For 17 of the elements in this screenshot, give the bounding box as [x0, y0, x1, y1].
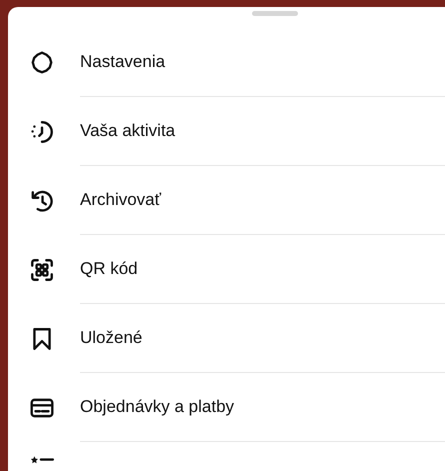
star-list-icon[interactable] [29, 454, 55, 464]
drag-handle[interactable] [252, 11, 298, 16]
menu-label: Objednávky a platby [80, 396, 234, 418]
menu-label: Archivovať [80, 189, 162, 212]
menu-item[interactable]: Vaša aktivita [8, 97, 445, 166]
menu-item[interactable]: QR kód [8, 235, 445, 304]
menu-label: Nastavenia [80, 51, 166, 74]
qr-code-icon [29, 256, 55, 282]
menu-item[interactable]: Uložené [8, 304, 445, 373]
menu-item[interactable]: Archivovať [8, 166, 445, 235]
menu-item[interactable]: Objednávky a platby [8, 373, 445, 442]
menu-label: QR kód [80, 258, 138, 280]
menu-label: Vaša aktivita [80, 120, 176, 142]
gear-icon [29, 50, 55, 76]
menu-item[interactable]: Nastavenia [8, 28, 445, 97]
activity-clock-icon [29, 118, 55, 144]
menu-label: Uložené [80, 327, 142, 350]
